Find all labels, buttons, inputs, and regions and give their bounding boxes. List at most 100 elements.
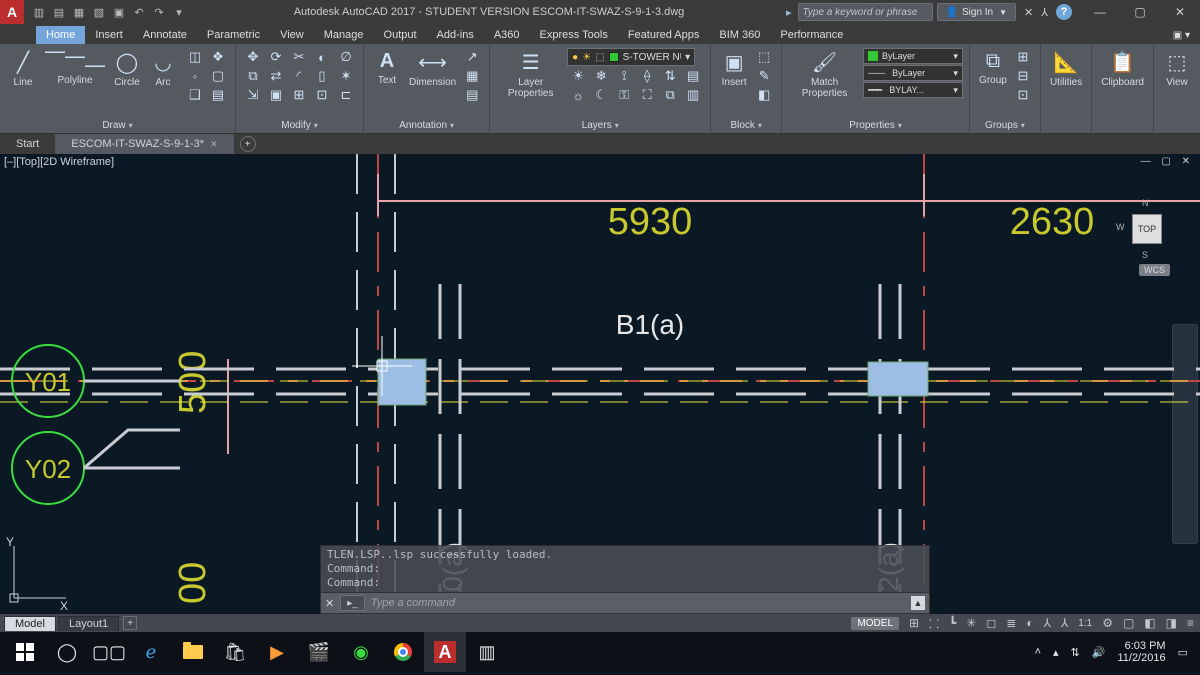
status-snap-icon[interactable]: ⸬ — [929, 615, 939, 632]
dimension-button[interactable]: ⟷Dimension — [406, 48, 459, 90]
panel-modify-caption[interactable]: Modify — [240, 117, 359, 133]
rotate-icon[interactable]: ⟳ — [265, 48, 287, 66]
grp-t3-icon[interactable]: ⊡ — [1012, 86, 1034, 104]
draw-t3-icon[interactable]: ◦ — [184, 67, 206, 85]
tray-volume-icon[interactable]: 🔊 — [1092, 646, 1106, 659]
panel-layers-caption[interactable]: Layers — [494, 117, 706, 133]
layout-tab-model[interactable]: Model — [4, 616, 56, 631]
file-tab-add-button[interactable]: + — [240, 136, 256, 152]
array-icon[interactable]: ⊞ — [288, 86, 310, 104]
status-ortho-icon[interactable]: ┗ — [949, 616, 956, 630]
taskbar-edge-icon[interactable]: ℯ — [130, 632, 172, 672]
status-grid-icon[interactable]: ⊞ — [909, 616, 919, 630]
block-t1-icon[interactable]: ⬚ — [753, 48, 775, 66]
layer-properties-button[interactable]: ☰Layer Properties — [496, 48, 565, 101]
tray-wifi-icon[interactable]: ⇅ — [1071, 646, 1080, 659]
match-properties-button[interactable]: 🖌Match Properties — [788, 48, 861, 101]
status-transp-icon[interactable]: ◐ — [1026, 616, 1033, 630]
command-expand-icon[interactable]: ▲ — [911, 596, 925, 610]
status-person-icon[interactable]: ⅄ — [1044, 616, 1051, 630]
explode-icon[interactable]: ✶ — [335, 67, 357, 85]
taskbar-taskview-button[interactable]: ▢▢ — [88, 632, 130, 672]
status-menu-icon[interactable]: ≡ — [1187, 616, 1194, 630]
help-search-input[interactable]: Type a keyword or phrase — [798, 3, 933, 21]
layer-t8-icon[interactable]: ☾ — [590, 86, 612, 104]
mirror-icon[interactable]: ⇄ — [265, 67, 287, 85]
offset-icon[interactable]: ⊏ — [335, 86, 357, 104]
window-maximize-button[interactable]: ▢ — [1120, 0, 1160, 24]
tab-annotate[interactable]: Annotate — [133, 26, 197, 44]
leader-icon[interactable]: ↗ — [461, 48, 483, 66]
taskbar-media-icon[interactable]: ▶ — [256, 632, 298, 672]
table-icon[interactable]: ▦ — [461, 67, 483, 85]
qat-plot-icon[interactable]: ▣ — [110, 3, 128, 21]
help-icon[interactable]: ? — [1056, 4, 1072, 20]
qat-open-icon[interactable]: ▤ — [50, 3, 68, 21]
layout-tab-layout1[interactable]: Layout1 — [58, 616, 119, 631]
status-scale[interactable]: 1:1 — [1078, 618, 1092, 629]
tray-up-icon[interactable]: ˄ — [1035, 646, 1041, 658]
linetype-combo[interactable]: ───ByLayer▾ — [863, 65, 963, 81]
group-button[interactable]: ⧉Group — [976, 48, 1010, 88]
taskbar-app-icon[interactable]: ▥ — [466, 632, 508, 672]
move-icon[interactable]: ✥ — [242, 48, 264, 66]
stayconnected-icon[interactable]: ⅄ — [1041, 6, 1048, 19]
tab-view[interactable]: View — [270, 26, 314, 44]
search-next-icon[interactable]: ▸ — [786, 6, 792, 19]
lineweight-combo[interactable]: ━━━BYLAY...▾ — [863, 82, 963, 98]
tab-addins[interactable]: Add-ins — [427, 26, 484, 44]
utilities-button[interactable]: 📐Utilities — [1047, 48, 1085, 90]
layer-t9-icon[interactable]: ⚿ — [613, 86, 635, 104]
grp-t1-icon[interactable]: ⊞ — [1012, 48, 1034, 66]
arc-button[interactable]: ◡Arc — [146, 48, 180, 90]
file-tab-current[interactable]: ESCOM-IT-SWAZ-S-9-1-3*✕ — [55, 134, 233, 154]
tab-manage[interactable]: Manage — [314, 26, 374, 44]
anno-a-icon[interactable]: ▤ — [461, 86, 483, 104]
layer-t11-icon[interactable]: ⧉ — [659, 86, 681, 104]
status-i1-icon[interactable]: ◧ — [1144, 616, 1155, 630]
layer-t12-icon[interactable]: ▥ — [682, 86, 704, 104]
app-icon[interactable]: A — [0, 0, 24, 24]
tray-network-icon[interactable]: ▴ — [1053, 646, 1059, 659]
command-line[interactable]: ✕ ▸_ Type a command ▲ — [320, 592, 930, 614]
qat-redo-icon[interactable]: ↷ — [150, 3, 168, 21]
file-tab-close-icon[interactable]: ✕ — [210, 139, 218, 150]
panel-annotation-caption[interactable]: Annotation — [368, 117, 485, 133]
file-tab-start[interactable]: Start — [0, 134, 55, 154]
clipboard-button[interactable]: 📋Clipboard — [1098, 48, 1147, 90]
exchange-icon[interactable]: ✕ — [1024, 6, 1033, 19]
status-monitor-icon[interactable]: ▢ — [1123, 616, 1134, 630]
draw-t4-icon[interactable]: ▢ — [207, 67, 229, 85]
copy-icon[interactable]: ⧉ — [242, 67, 264, 85]
status-osnap-icon[interactable]: ◻ — [986, 616, 996, 630]
erase-icon[interactable]: ∅ — [335, 48, 357, 66]
taskbar-movies-icon[interactable]: 🎬 — [298, 632, 340, 672]
layer-t4-icon[interactable]: ⟠ — [636, 67, 658, 85]
taskbar-start-button[interactable] — [4, 632, 46, 672]
insert-block-button[interactable]: ▣Insert — [717, 48, 751, 90]
layer-t6-icon[interactable]: ▤ — [682, 67, 704, 85]
window-close-button[interactable]: ✕ — [1160, 0, 1200, 24]
status-polar-icon[interactable]: ✳ — [966, 616, 976, 630]
tab-parametric[interactable]: Parametric — [197, 26, 270, 44]
tray-notifications-icon[interactable]: ▭ — [1178, 646, 1188, 659]
model-viewport[interactable]: [–][Top][2D Wireframe] ― ▢ ✕ N W S TOP W… — [0, 154, 1200, 614]
taskbar-explorer-icon[interactable] — [172, 632, 214, 672]
tab-bim360[interactable]: BIM 360 — [709, 26, 770, 44]
tab-a360[interactable]: A360 — [484, 26, 530, 44]
layer-t3-icon[interactable]: ⟟ — [613, 67, 635, 85]
tab-home[interactable]: Home — [36, 26, 85, 44]
draw-t6-icon[interactable]: ▤ — [207, 86, 229, 104]
draw-t1-icon[interactable]: ◫ — [184, 48, 206, 66]
layer-t7-icon[interactable]: ☼ — [567, 86, 589, 104]
taskbar-store-icon[interactable]: 🛍 — [214, 632, 256, 672]
window-minimize-button[interactable]: ― — [1080, 0, 1120, 24]
tab-featuredapps[interactable]: Featured Apps — [618, 26, 710, 44]
scale-icon[interactable]: ▣ — [265, 86, 287, 104]
color-combo[interactable]: ByLayer▾ — [863, 48, 963, 64]
layer-t10-icon[interactable]: ⛶ — [636, 86, 658, 104]
grp-t2-icon[interactable]: ⊟ — [1012, 67, 1034, 85]
tab-performance[interactable]: Performance — [770, 26, 853, 44]
command-input[interactable]: Type a command — [371, 597, 905, 609]
panel-draw-caption[interactable]: Draw — [4, 117, 231, 133]
